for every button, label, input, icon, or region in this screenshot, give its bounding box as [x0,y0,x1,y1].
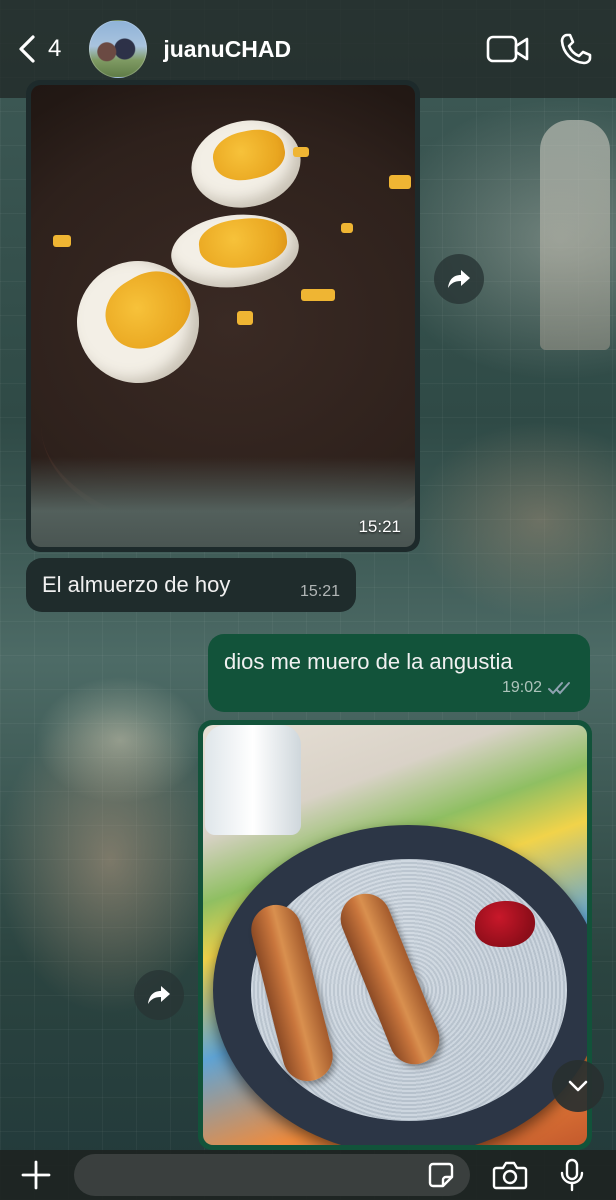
forward-button[interactable] [434,254,484,304]
attach-button[interactable] [14,1153,58,1197]
back-button[interactable]: 4 [16,19,61,79]
forward-button[interactable] [134,970,184,1020]
video-camera-icon [486,35,529,63]
camera-button[interactable] [488,1153,532,1197]
sticker-button[interactable] [424,1158,458,1192]
sticker-icon [428,1162,454,1188]
video-call-button[interactable] [484,25,532,73]
unread-count: 4 [48,35,62,62]
contact-name[interactable]: juanuCHAD [163,36,484,63]
image-message-eggs[interactable]: 15:21 [26,80,420,552]
message-text: dios me muero de la angustia [224,649,513,674]
message-text: El almuerzo de hoy [42,572,231,597]
avatar[interactable] [89,20,148,78]
message-bubble-incoming[interactable]: El almuerzo de hoy 15:21 [26,558,356,612]
bottle [205,725,301,835]
ketchup [475,901,535,947]
eggs-photo[interactable]: 15:21 [31,85,415,547]
phone-icon [560,33,592,65]
sausages-photo[interactable] [203,725,587,1145]
scroll-to-bottom-button[interactable] [552,1060,604,1112]
read-checkmarks-icon [548,682,570,695]
microphone-button[interactable] [550,1153,594,1197]
message-time: 15:21 [299,583,340,600]
message-bubble-outgoing[interactable]: dios me muero de la angustia 19:02 [208,634,590,712]
microphone-icon [560,1158,584,1192]
plus-icon [21,1160,51,1190]
message-input[interactable] [74,1154,470,1196]
forward-icon [448,270,470,288]
forward-icon [148,986,170,1004]
voice-call-button[interactable] [552,25,600,73]
camera-icon [492,1161,528,1190]
wallpaper-statue [540,120,610,350]
message-time: 15:21 [358,517,401,536]
chevron-left-icon [19,35,35,63]
message-input-bar [0,1150,616,1200]
message-time: 19:02 [501,679,542,696]
chevron-down-icon [568,1080,588,1092]
image-message-sausages[interactable] [198,720,592,1150]
